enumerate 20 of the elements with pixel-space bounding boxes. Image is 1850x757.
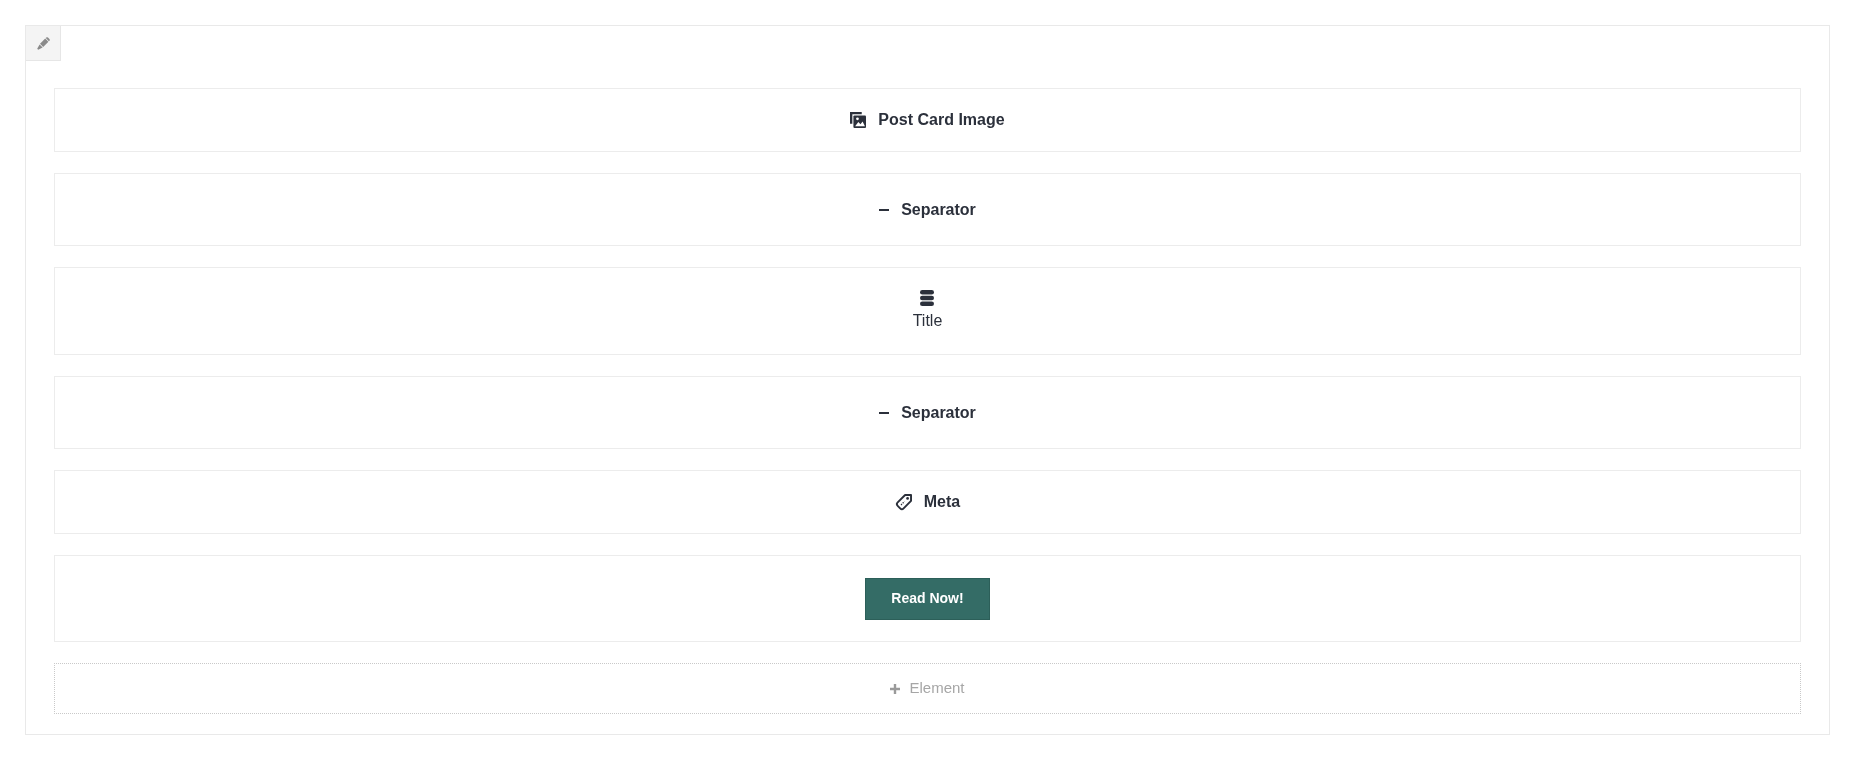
element-block[interactable]: Separator xyxy=(54,376,1801,449)
element-label: Separator xyxy=(901,402,976,423)
element-label: Separator xyxy=(901,199,976,220)
element-label: Title xyxy=(912,312,943,330)
element-block[interactable]: Read Now! xyxy=(54,555,1801,642)
element-block[interactable]: Separator xyxy=(54,173,1801,246)
minus-icon xyxy=(879,208,890,211)
plus-icon xyxy=(890,683,901,694)
tag-icon xyxy=(894,493,912,511)
edit-button[interactable] xyxy=(26,26,61,61)
element-block[interactable]: Title xyxy=(54,267,1801,355)
images-icon xyxy=(850,112,867,128)
element-block[interactable]: Post Card Image xyxy=(54,88,1801,152)
element-label: Meta xyxy=(923,492,961,512)
pen-icon xyxy=(36,36,50,50)
read-now-button[interactable]: Read Now! xyxy=(865,577,990,620)
database-icon xyxy=(920,290,935,306)
element-label: Post Card Image xyxy=(878,110,1005,130)
element-block[interactable]: Meta xyxy=(54,470,1801,534)
minus-icon xyxy=(879,411,890,414)
